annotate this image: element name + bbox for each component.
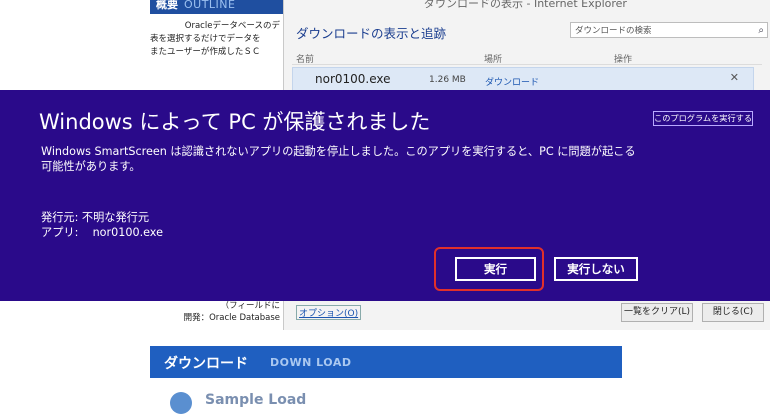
window-title: ダウンロードの表示 - Internet Explorer: [424, 0, 627, 10]
dialog-title: Windows によって PC が保護されました: [39, 110, 431, 134]
search-icon[interactable]: ⌕: [758, 23, 764, 39]
outline-header-jp: 概要: [156, 0, 178, 11]
message-line: 可能性があります。: [41, 160, 141, 173]
outline-header-en: OUTLINE: [184, 0, 236, 11]
download-section-header: ダウンロード DOWN LOAD: [150, 346, 622, 378]
download-header-en: DOWN LOAD: [270, 356, 352, 369]
message-line: Windows SmartScreen は認識されないアプリの起動を停止しました…: [41, 145, 636, 158]
downloads-heading: ダウンロードの表示と追跡: [296, 26, 447, 41]
outline-line: またユーザーが作成したＳＣ: [150, 47, 261, 57]
app-row: アプリ: nor0100.exe: [41, 225, 163, 240]
search-placeholder: ダウンロードの検索: [575, 26, 652, 36]
download-filename: nor0100.exe: [315, 72, 391, 86]
clear-list-button[interactable]: 一覧をクリア(L): [621, 303, 693, 322]
app-label: アプリ:: [41, 226, 79, 239]
publisher-label: 発行元:: [41, 211, 79, 224]
product-info-line: （フィールドに: [220, 301, 280, 311]
download-location-link[interactable]: ダウンロード: [485, 75, 539, 88]
sample-load-link[interactable]: Sample Load: [205, 392, 306, 408]
download-header-jp: ダウンロード: [164, 356, 248, 372]
run-button[interactable]: 実行: [455, 257, 536, 281]
dont-run-button[interactable]: 実行しない: [554, 257, 638, 281]
outline-line: Oracleデータベースのデ: [184, 21, 280, 31]
divider: [292, 64, 762, 65]
download-search-input[interactable]: ダウンロードの検索 ⌕: [570, 22, 768, 38]
product-info: （フィールドに 開発：Oracle Database: [150, 300, 280, 324]
publisher-value: 不明な発行元: [81, 211, 150, 224]
close-icon[interactable]: ✕: [730, 71, 739, 84]
outline-section-header: 概要 OUTLINE: [150, 0, 288, 14]
download-filesize: 1.26 MB: [429, 75, 466, 85]
outline-line: 表を選択するだけでデータを: [150, 34, 261, 44]
publisher-row: 発行元: 不明な発行元: [41, 210, 163, 225]
sample-load-icon[interactable]: [170, 392, 192, 414]
close-button[interactable]: 閉じる(C): [702, 303, 764, 322]
dialog-message: Windows SmartScreen は認識されないアプリの起動を停止しました…: [41, 144, 681, 174]
app-info: 発行元: 不明な発行元 アプリ: nor0100.exe: [41, 210, 163, 240]
smartscreen-dialog: Windows によって PC が保護されました このプログラムを実行する Wi…: [0, 90, 770, 301]
run-program-link[interactable]: このプログラムを実行する: [653, 111, 753, 126]
options-link[interactable]: オプション(O): [296, 305, 362, 320]
outline-description: Oracleデータベースのデ 表を選択するだけでデータを またユーザーが作成した…: [150, 20, 280, 59]
product-info-line: 開発：Oracle Database: [183, 313, 280, 323]
app-value: nor0100.exe: [92, 226, 163, 239]
